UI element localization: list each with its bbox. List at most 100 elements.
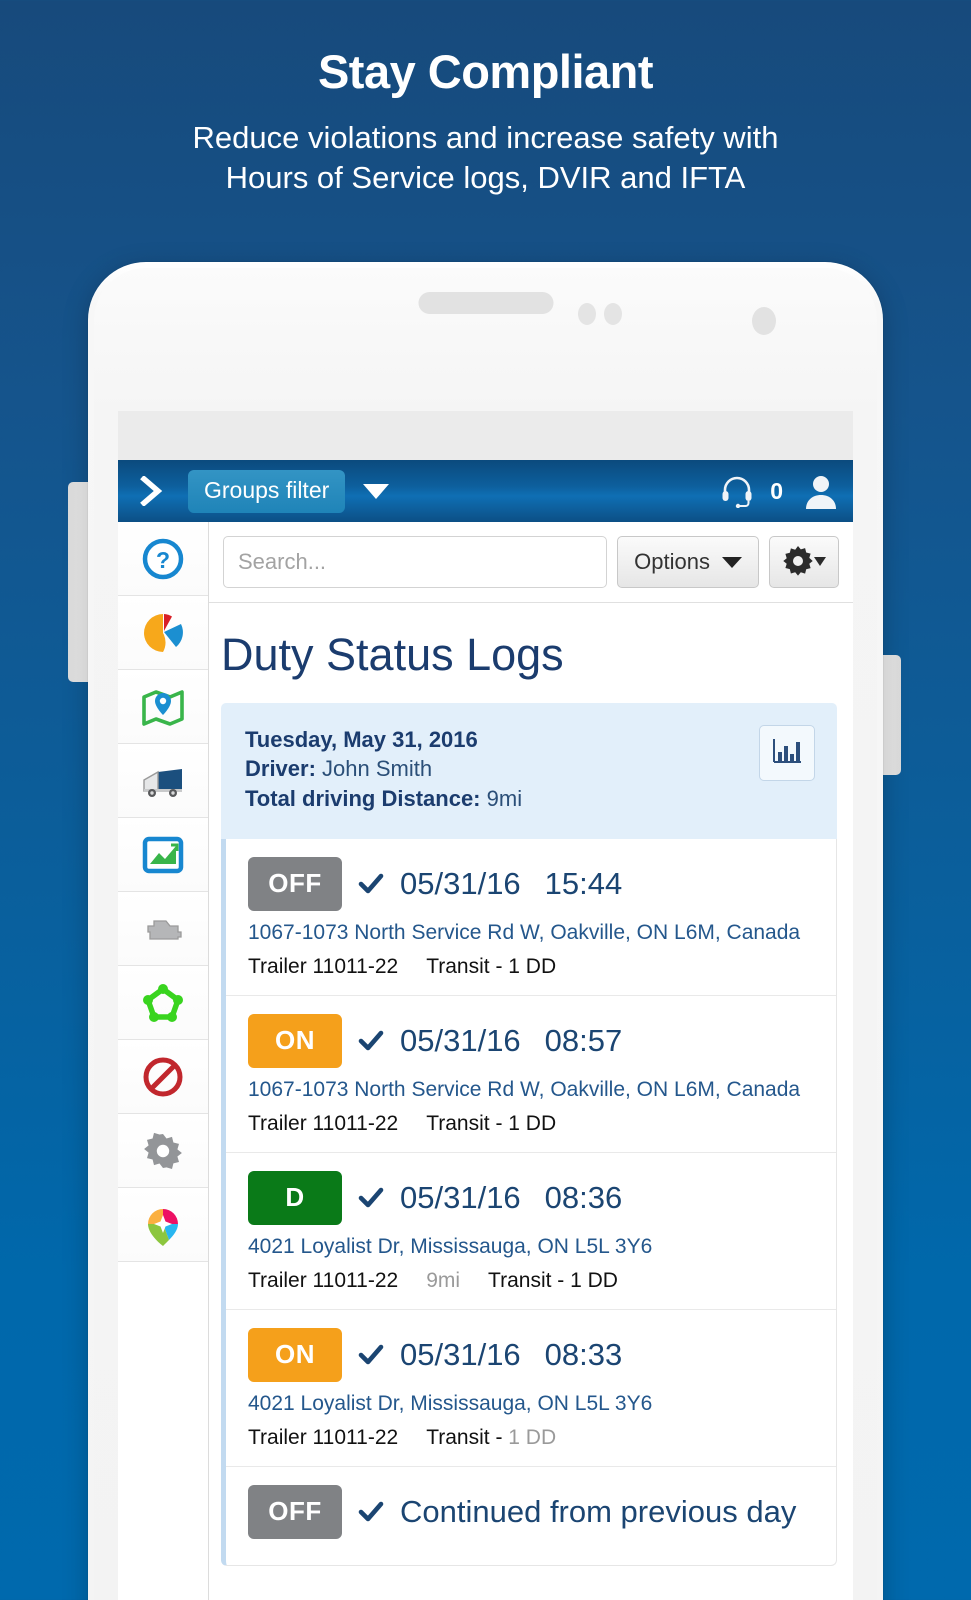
- settings-dropdown-button[interactable]: [769, 536, 839, 588]
- molecule-icon: [140, 980, 186, 1026]
- app-top-bar: Groups filter 0: [118, 460, 853, 522]
- check-icon: [358, 1499, 384, 1525]
- log-time: 15:44: [544, 865, 623, 901]
- check-icon: [358, 1028, 384, 1054]
- promo-subtitle-line-2: Hours of Service logs, DVIR and IFTA: [225, 159, 746, 195]
- phone-sensor-secondary-icon: [604, 303, 622, 325]
- status-badge: ON: [248, 1327, 342, 1382]
- status-badge: OFF: [248, 1484, 342, 1539]
- check-icon: [358, 1185, 384, 1211]
- page-title: Duty Status Logs: [221, 629, 564, 680]
- log-address[interactable]: 4021 Loyalist Dr, Mississauga, ON L5L 3Y…: [248, 1392, 816, 1416]
- content-toolbar: Options: [209, 522, 853, 603]
- bar-chart-icon: [770, 734, 804, 773]
- caret-down-icon: [722, 556, 742, 568]
- promo-header: Stay Compliant Reduce violations and inc…: [0, 0, 971, 198]
- log-trailer: Trailer 11011-22: [248, 1111, 399, 1135]
- status-badge: OFF: [248, 856, 342, 911]
- log-address[interactable]: 1067-1073 North Service Rd W, Oakville, …: [248, 1078, 816, 1102]
- log-summary-text: Tuesday, May 31, 2016 Driver: John Smith…: [245, 725, 759, 813]
- check-icon: [358, 1342, 384, 1368]
- log-continued-text: Continued from previous day: [400, 1493, 797, 1529]
- promo-title: Stay Compliant: [317, 45, 654, 98]
- log-transit: Transit - 1 DD: [488, 1268, 618, 1292]
- message-count-badge: 0: [770, 477, 783, 504]
- log-date: 05/31/16: [400, 1179, 521, 1215]
- app-body: ? Search... Options Duty Status Logs Tue…: [118, 522, 853, 1600]
- log-trailer: Trailer 11011-22: [248, 1425, 399, 1449]
- truck-icon: [140, 758, 186, 804]
- search-input[interactable]: [223, 536, 608, 588]
- log-transit-dd: 1 DD: [508, 1425, 557, 1449]
- user-avatar-icon[interactable]: [803, 473, 839, 509]
- engine-icon: [140, 906, 186, 952]
- sidebar-item-exceptions[interactable]: [118, 1040, 208, 1114]
- table-row[interactable]: OFF Continued from previous day: [226, 1467, 836, 1565]
- table-row[interactable]: OFF 05/31/16 15:44 1067-1073 North Servi…: [226, 839, 836, 996]
- pie-chart-icon: [140, 610, 186, 656]
- sidebar-item-activity[interactable]: [118, 818, 208, 892]
- help-question-icon: ?: [140, 536, 186, 582]
- options-button[interactable]: Options: [617, 536, 759, 588]
- status-bar: [118, 411, 853, 460]
- sidebar-nav: ?: [118, 522, 209, 1600]
- phone-sensor-icon: [578, 303, 596, 325]
- table-row[interactable]: D 05/31/16 08:36 4021 Loyalist Dr, Missi…: [226, 1153, 836, 1310]
- log-summary-card: Tuesday, May 31, 2016 Driver: John Smith…: [221, 703, 837, 839]
- summary-date: Tuesday, May 31, 2016: [245, 727, 478, 752]
- log-trailer: Trailer 11011-22: [248, 1268, 399, 1292]
- phone-screen: Groups filter 0 ? Search... Options Duty…: [118, 411, 853, 1600]
- summary-distance-value: 9mi: [486, 785, 523, 811]
- log-distance: 9mi: [426, 1268, 461, 1292]
- main-content: Options Duty Status Logs Tuesday, May 31…: [209, 522, 853, 1600]
- log-date: 05/31/16: [400, 1022, 521, 1058]
- phone-power-button[interactable]: [883, 655, 901, 775]
- no-entry-icon: [140, 1054, 186, 1100]
- gear-icon: [140, 1128, 186, 1174]
- chart-trend-icon: [140, 832, 186, 878]
- sidebar-item-reports[interactable]: [118, 596, 208, 670]
- summary-distance-label: Total driving Distance:: [245, 785, 481, 811]
- log-date: 05/31/16: [400, 865, 521, 901]
- log-time: 08:33: [544, 1336, 623, 1372]
- log-address[interactable]: 4021 Loyalist Dr, Mississauga, ON L5L 3Y…: [248, 1235, 816, 1259]
- sidebar-item-help[interactable]: ?: [118, 522, 208, 596]
- colored-pin-icon: [140, 1202, 186, 1248]
- sidebar-item-map[interactable]: [118, 670, 208, 744]
- table-row[interactable]: ON 05/31/16 08:33 4021 Loyalist Dr, Miss…: [226, 1310, 836, 1467]
- gear-dropdown-icon: [781, 543, 827, 582]
- table-row[interactable]: ON 05/31/16 08:57 1067-1073 North Servic…: [226, 996, 836, 1153]
- sidebar-item-places[interactable]: [118, 1188, 208, 1262]
- headset-icon[interactable]: [720, 474, 754, 509]
- log-address[interactable]: 1067-1073 North Service Rd W, Oakville, …: [248, 921, 816, 945]
- log-transit: Transit - 1 DD: [426, 1426, 556, 1450]
- sidebar-item-vehicles[interactable]: [118, 744, 208, 818]
- log-trailer: Trailer 11011-22: [248, 954, 399, 978]
- svg-text:?: ?: [156, 547, 170, 573]
- status-badge: D: [248, 1170, 342, 1225]
- phone-earpiece-speaker: [418, 292, 553, 314]
- app-bar-right-group: 0: [720, 473, 839, 509]
- sidebar-item-settings[interactable]: [118, 1114, 208, 1188]
- chevron-right-icon[interactable]: [138, 475, 166, 507]
- status-badge: ON: [248, 1013, 342, 1068]
- summary-driver-label: Driver:: [245, 756, 316, 782]
- log-transit: Transit - 1 DD: [426, 1111, 557, 1135]
- log-time: 08:36: [544, 1179, 623, 1215]
- promo-subtitle-line-1: Reduce violations and increase safety wi…: [192, 119, 779, 155]
- log-transit-prefix: Transit -: [426, 1425, 509, 1449]
- summary-driver-value: John Smith: [322, 756, 433, 782]
- sidebar-item-engine[interactable]: [118, 892, 208, 966]
- chevron-down-icon[interactable]: [363, 483, 390, 499]
- phone-volume-button[interactable]: [68, 482, 88, 682]
- sidebar-item-integrations[interactable]: [118, 966, 208, 1040]
- check-icon: [358, 871, 384, 897]
- log-time: 08:57: [544, 1022, 623, 1058]
- options-button-label: Options: [634, 549, 710, 574]
- map-pin-icon: [140, 684, 186, 730]
- log-date: 05/31/16: [400, 1336, 521, 1372]
- log-transit: Transit - 1 DD: [426, 954, 557, 978]
- view-graph-button[interactable]: [759, 725, 815, 781]
- groups-filter-button[interactable]: Groups filter: [188, 469, 346, 513]
- duty-status-log-list: OFF 05/31/16 15:44 1067-1073 North Servi…: [221, 838, 837, 1566]
